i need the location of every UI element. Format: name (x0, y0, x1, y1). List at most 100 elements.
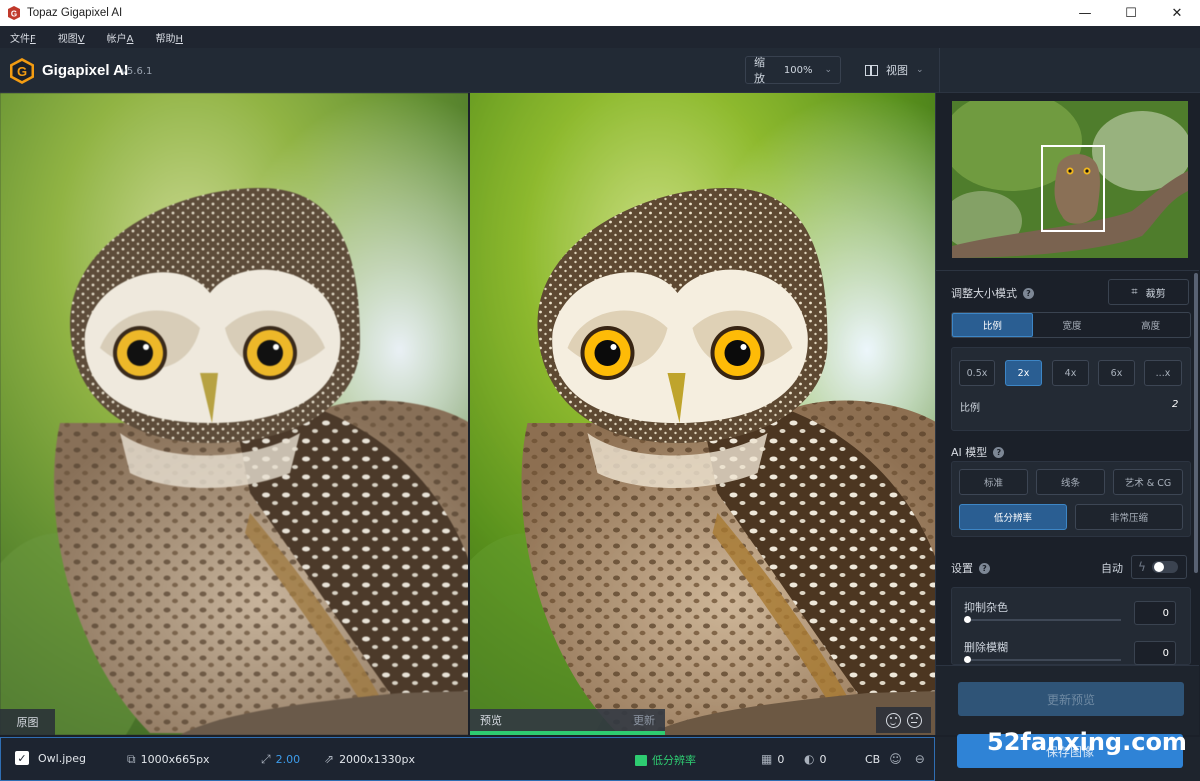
remove-blur-slider[interactable] (966, 659, 1121, 661)
menu-help[interactable]: 帮助H (155, 30, 183, 45)
model-lines-button[interactable]: 线条 (1036, 469, 1105, 495)
auto-toggle[interactable]: ϟ (1131, 555, 1187, 579)
scale-item: ⤢ 2.00 (261, 752, 300, 767)
app-icon: G (8, 6, 20, 20)
ai-model-title: AI 模型 ? (951, 444, 1005, 460)
tab-scale[interactable]: 比例 (952, 313, 1033, 337)
panel-scrollbar[interactable] (1194, 273, 1198, 573)
output-size-icon: ⇗ (324, 752, 335, 766)
original-label: 原图 (0, 709, 55, 735)
cb-item: CB ☺ ⊖ (865, 752, 925, 766)
title-bar: G Topaz Gigapixel AI — ☐ ✕ (0, 0, 1200, 26)
suppress-noise-knob[interactable] (964, 616, 971, 623)
settings-panel: 调整大小模式 ? ⌗ 裁剪 比例 宽度 高度 0.5x 2x 4x 6x ...… (935, 93, 1200, 735)
app-header: G Gigapixel AI v5.6.1 缩放 100% ⌄ 视图 ⌄ (0, 48, 1200, 93)
zoom-label: 缩放 (754, 56, 765, 85)
face-neutral-icon[interactable] (906, 712, 922, 728)
lightning-icon: ϟ (1138, 560, 1146, 574)
model-name: 低分辨率 (652, 754, 696, 767)
file-name: Owl.jpeg (38, 751, 86, 765)
scale-6x-button[interactable]: 6x (1098, 360, 1135, 386)
menu-bar: 文件F 视图V 帐户A 帮助H (0, 26, 1200, 48)
chevron-down-icon: ⌄ (824, 65, 832, 75)
preview-progress-bar (470, 731, 665, 735)
close-button[interactable]: ✕ (1154, 0, 1200, 26)
scale-custom-button[interactable]: ...x (1144, 360, 1182, 386)
suppress-noise-label: 抑制杂色 (964, 601, 1008, 614)
app-name: Gigapixel AI (42, 62, 129, 79)
view-dropdown[interactable]: 视图 ⌄ (857, 56, 932, 84)
window-title: Topaz Gigapixel AI (27, 7, 123, 19)
settings-title: 设置 ? (951, 560, 990, 576)
file-status-bar[interactable]: ✓ Owl.jpeg ⧉ 1000x665px ⤢ 2.00 ⇗ 2000x13… (0, 737, 935, 781)
scale-2x-button[interactable]: 2x (1005, 360, 1042, 386)
expand-icon: ⤢ (261, 752, 271, 766)
crop-icon: ⌗ (1131, 285, 1138, 298)
input-size: 1000x665px (140, 753, 210, 766)
scale-0.5x-button[interactable]: 0.5x (959, 360, 995, 386)
scale-4x-button[interactable]: 4x (1052, 360, 1089, 386)
topaz-logo-icon: G (10, 58, 34, 84)
preview-image-pane[interactable]: 预览 更新 (470, 93, 935, 735)
remove-blur-input[interactable]: 0 (1134, 641, 1176, 665)
zoom-value: 100% (783, 64, 813, 76)
remove-icon[interactable]: ⊖ (915, 752, 925, 766)
owl-original-image (0, 93, 468, 735)
toggle-switch[interactable] (1151, 561, 1178, 573)
minimize-button[interactable]: — (1062, 0, 1108, 26)
file-checkbox[interactable]: ✓ (15, 751, 29, 765)
tab-height[interactable]: 高度 (1111, 313, 1190, 337)
crop-button[interactable]: ⌗ 裁剪 (1108, 279, 1189, 305)
menu-account[interactable]: 帐户A (107, 30, 134, 45)
scale-value: 2 (1172, 399, 1179, 410)
output-size: 2000x1330px (339, 752, 416, 766)
face-icon: ☺ (889, 752, 902, 766)
maximize-button[interactable]: ☐ (1108, 0, 1154, 26)
auto-label: 自动 (1101, 562, 1123, 575)
panel-divider (936, 270, 1199, 271)
input-size-item: ⧉ 1000x665px (127, 752, 210, 767)
face-smile-icon[interactable] (885, 712, 901, 728)
tab-width[interactable]: 宽度 (1033, 313, 1112, 337)
help-icon[interactable]: ? (1023, 287, 1034, 299)
resize-mode-title: 调整大小模式 ? (951, 285, 1034, 301)
zoom-dropdown[interactable]: 缩放 100% ⌄ (745, 56, 841, 85)
blur-item: ◐ 0 (804, 752, 826, 766)
remove-blur-knob[interactable] (964, 656, 971, 663)
model-standard-button[interactable]: 标准 (959, 469, 1028, 495)
blur-icon: ◐ (804, 752, 815, 766)
file-item: ✓ Owl.jpeg (15, 751, 86, 765)
help-icon[interactable]: ? (993, 446, 1005, 458)
original-image-pane[interactable]: 原图 (0, 93, 468, 735)
suppress-noise-slider[interactable] (966, 619, 1121, 621)
noise-count: 0 (777, 752, 785, 766)
resize-mode-tabs: 比例 宽度 高度 (951, 312, 1191, 338)
model-art-cg-button[interactable]: 艺术 & CG (1113, 469, 1183, 495)
split-view-icon (865, 64, 878, 76)
menu-file[interactable]: 文件F (10, 30, 36, 45)
owl-preview-image (470, 93, 935, 735)
update-link[interactable]: 更新 (633, 712, 655, 728)
output-size-item: ⇗ 2000x1330px (324, 752, 415, 766)
update-preview-button[interactable]: 更新预览 (958, 682, 1184, 716)
app-version: v5.6.1 (121, 66, 153, 77)
model-very-compressed-button[interactable]: 非常压缩 (1075, 504, 1183, 530)
svg-text:G: G (11, 10, 17, 19)
model-item: 低分辨率 (635, 752, 696, 768)
preview-bar: 预览 更新 (470, 709, 665, 731)
suppress-noise-input[interactable]: 0 (1134, 601, 1176, 625)
navigator-thumbnail[interactable] (952, 101, 1188, 258)
scale-factor: 2.00 (275, 753, 301, 766)
watermark-text: 52fanxing.com (987, 728, 1187, 756)
model-low-res-button[interactable]: 低分辨率 (959, 504, 1067, 530)
header-divider (939, 48, 940, 93)
scale-label: 比例 (960, 403, 980, 414)
menu-view[interactable]: 视图V (58, 30, 85, 45)
input-size-icon: ⧉ (127, 752, 136, 766)
blur-count: 0 (819, 752, 827, 766)
help-icon[interactable]: ? (979, 562, 990, 574)
remove-blur-label: 删除模糊 (964, 641, 1008, 654)
chevron-down-icon: ⌄ (916, 65, 924, 75)
cb-label: CB (865, 752, 881, 766)
svg-text:G: G (17, 64, 27, 79)
